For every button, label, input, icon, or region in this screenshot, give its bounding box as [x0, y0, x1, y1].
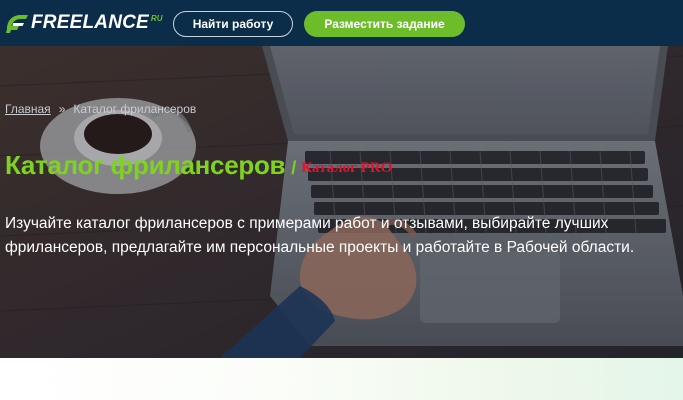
breadcrumb-current: Каталог фрилансеров [73, 102, 197, 116]
find-work-button[interactable]: Найти работу [173, 11, 293, 37]
content-area-top [0, 358, 683, 400]
hero-overlay [0, 46, 683, 358]
post-task-button[interactable]: Разместить задание [304, 11, 465, 37]
catalog-pro-link[interactable]: Каталог PRO [301, 160, 392, 177]
page-description: Изучайте каталог фрилансеров с примерами… [5, 215, 635, 256]
logo-domain: RU [150, 13, 163, 23]
hero-banner: Главная » Каталог фрилансеров Каталог фр… [0, 46, 683, 358]
top-navigation-bar: FREELANCE RU Найти работу Разместить зад… [0, 0, 683, 46]
breadcrumb-separator: » [58, 102, 66, 116]
page-title: Каталог фрилансеров [5, 150, 286, 180]
page-title-row: Каталог фрилансеров / Каталог PRO [5, 150, 392, 181]
breadcrumb-home-link[interactable]: Главная [5, 102, 51, 116]
logo-text: FREELANCE [31, 12, 149, 33]
freelance-logo-icon [6, 15, 28, 33]
breadcrumb: Главная » Каталог фрилансеров [5, 102, 196, 116]
site-logo[interactable]: FREELANCE RU [4, 11, 162, 35]
title-slash: / [291, 158, 297, 178]
